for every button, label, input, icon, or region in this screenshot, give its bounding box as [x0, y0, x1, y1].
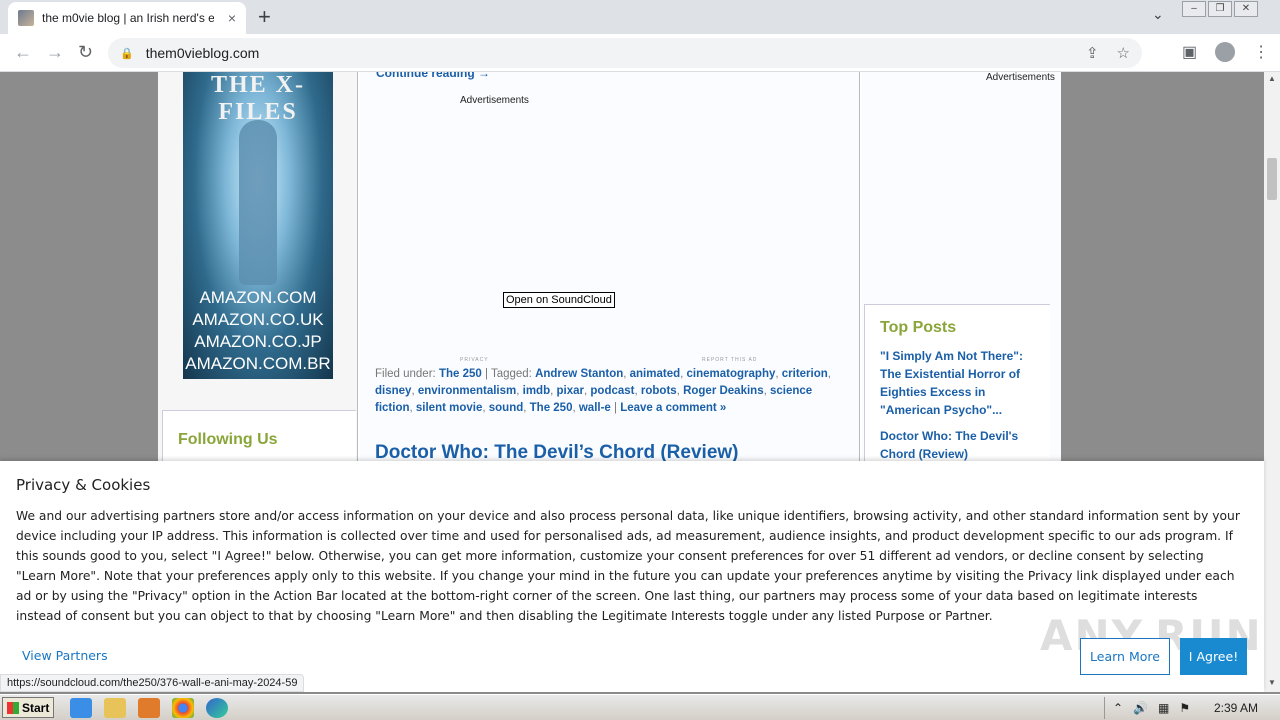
store-link[interactable]: AMAZON.CO.JP — [183, 331, 333, 353]
tag-link[interactable]: robots — [641, 385, 677, 397]
tab-close-icon[interactable]: × — [228, 10, 236, 26]
taskbar: Start ⌃ 🔊 ▦ ⚑ 2:39 AM — [0, 694, 1280, 720]
post-meta: Filed under: The 250 | Tagged: Andrew St… — [375, 368, 831, 414]
back-icon[interactable]: ← — [14, 42, 32, 63]
view-partners-link[interactable]: View Partners — [22, 648, 108, 663]
status-bar-url: https://soundcloud.com/the250/376-wall-e… — [0, 674, 305, 692]
tag-link[interactable]: The 250 — [530, 402, 573, 414]
media-player-icon[interactable] — [138, 698, 160, 718]
following-us-heading: Following Us — [178, 431, 278, 448]
tagged-label: | Tagged: — [484, 368, 532, 380]
filed-under-label: Filed under: — [375, 368, 436, 380]
top-post-link[interactable]: "I Simply Am Not There": The Existential… — [880, 347, 1040, 419]
favicon-icon — [18, 10, 34, 26]
scroll-down-icon[interactable]: ▼ — [1268, 678, 1276, 687]
new-tab-button[interactable]: + — [258, 4, 271, 30]
tag-link[interactable]: podcast — [590, 385, 634, 397]
tag-link[interactable]: sound — [489, 402, 524, 414]
right-ads-label: Advertisements — [986, 72, 1055, 83]
ads-label: Advertisements — [460, 95, 529, 106]
tab-search-icon[interactable]: ⌄ — [1152, 6, 1164, 23]
x-files-book-ad[interactable]: THE X-FILES AMAZON.COM AMAZON.CO.UK AMAZ… — [183, 72, 333, 379]
address-bar[interactable]: 🔒 them0vieblog.com ⇪ ☆ — [108, 38, 1142, 68]
tag-link[interactable]: disney — [375, 385, 411, 397]
share-icon[interactable]: ⇪ — [1086, 44, 1099, 62]
action-center-flag-icon[interactable]: ⚑ — [1179, 701, 1190, 715]
figure-silhouette — [239, 120, 277, 285]
learn-more-button[interactable]: Learn More — [1080, 638, 1170, 675]
book-title: THE X-FILES — [210, 72, 305, 125]
url-text[interactable]: them0vieblog.com — [146, 45, 260, 61]
explorer-folder-icon[interactable] — [104, 698, 126, 718]
system-tray: ⌃ 🔊 ▦ ⚑ 2:39 AM — [1104, 697, 1280, 719]
privacy-heading: Privacy & Cookies — [16, 476, 151, 494]
scroll-up-icon[interactable]: ▲ — [1268, 74, 1276, 83]
browser-tab[interactable]: the m0vie blog | an Irish nerd's eye × — [8, 2, 246, 34]
page-scrollbar[interactable]: ▲ ▼ — [1264, 72, 1280, 692]
start-label: Start — [22, 700, 50, 715]
forward-icon[interactable]: → — [46, 42, 64, 63]
tab-title: the m0vie blog | an Irish nerd's eye — [42, 11, 214, 25]
ie-icon[interactable] — [70, 698, 92, 718]
continue-reading-link[interactable]: Continue reading → — [376, 72, 490, 80]
restore-icon[interactable]: ❐ — [1208, 1, 1232, 17]
windows-logo-icon — [7, 701, 19, 714]
tag-link[interactable]: pixar — [557, 385, 585, 397]
store-link[interactable]: AMAZON.COM.BR — [183, 353, 333, 375]
agree-button[interactable]: I Agree! — [1180, 638, 1247, 675]
tag-link[interactable]: wall-e — [579, 402, 611, 414]
menu-kebab-icon[interactable]: ⋮ — [1253, 42, 1269, 62]
network-icon[interactable]: ▦ — [1158, 701, 1169, 715]
clock[interactable]: 2:39 AM — [1214, 701, 1258, 715]
minimize-icon[interactable]: – — [1182, 1, 1206, 17]
top-posts-heading: Top Posts — [880, 319, 957, 336]
volume-icon[interactable]: 🔊 — [1133, 701, 1148, 715]
tab-bar: the m0vie blog | an Irish nerd's eye × +… — [0, 0, 1280, 34]
tag-link[interactable]: cinematography — [687, 368, 776, 380]
ad-privacy-link[interactable]: PRIVACY — [460, 357, 489, 363]
window-close-icon[interactable]: ✕ — [1234, 1, 1258, 17]
tray-expand-icon[interactable]: ⌃ — [1113, 701, 1123, 715]
browser-toolbar: ← → ↻ 🔒 them0vieblog.com ⇪ ☆ ▣ ⋮ — [0, 34, 1280, 72]
start-button[interactable]: Start — [2, 697, 54, 718]
store-link[interactable]: AMAZON.CO.UK — [183, 309, 333, 331]
tag-link[interactable]: silent movie — [416, 402, 482, 414]
privacy-body: We and our advertising partners store an… — [16, 509, 1240, 623]
edge-icon[interactable] — [206, 698, 228, 718]
store-link[interactable]: AMAZON.COM — [183, 287, 333, 309]
scrollbar-thumb[interactable] — [1267, 158, 1277, 200]
report-ad-link[interactable]: REPORT THIS AD — [702, 357, 757, 363]
window-controls: – ❐ ✕ — [1182, 1, 1258, 17]
lock-icon[interactable]: 🔒 — [120, 47, 134, 60]
tag-link[interactable]: imdb — [523, 385, 550, 397]
bookmark-star-icon[interactable]: ☆ — [1117, 44, 1130, 62]
privacy-banner: Privacy & Cookies We and our advertising… — [0, 461, 1264, 692]
chrome-icon[interactable] — [172, 698, 194, 718]
reload-icon[interactable]: ↻ — [78, 42, 93, 63]
leave-comment-link[interactable]: Leave a comment » — [620, 402, 726, 414]
tag-link[interactable]: Andrew Stanton — [535, 368, 623, 380]
category-link[interactable]: The 250 — [439, 368, 482, 380]
store-list: AMAZON.COM AMAZON.CO.UK AMAZON.CO.JP AMA… — [183, 287, 333, 375]
profile-avatar-icon[interactable] — [1215, 42, 1236, 62]
side-panel-icon[interactable]: ▣ — [1182, 42, 1197, 62]
open-on-soundcloud-button[interactable]: Open on SoundCloud — [503, 292, 615, 308]
tag-link[interactable]: environmentalism — [418, 385, 516, 397]
tag-link[interactable]: criterion — [782, 368, 828, 380]
tag-link[interactable]: animated — [630, 368, 681, 380]
top-post-link[interactable]: Doctor Who: The Devil's Chord (Review) — [880, 427, 1040, 463]
tag-link[interactable]: Roger Deakins — [683, 385, 764, 397]
